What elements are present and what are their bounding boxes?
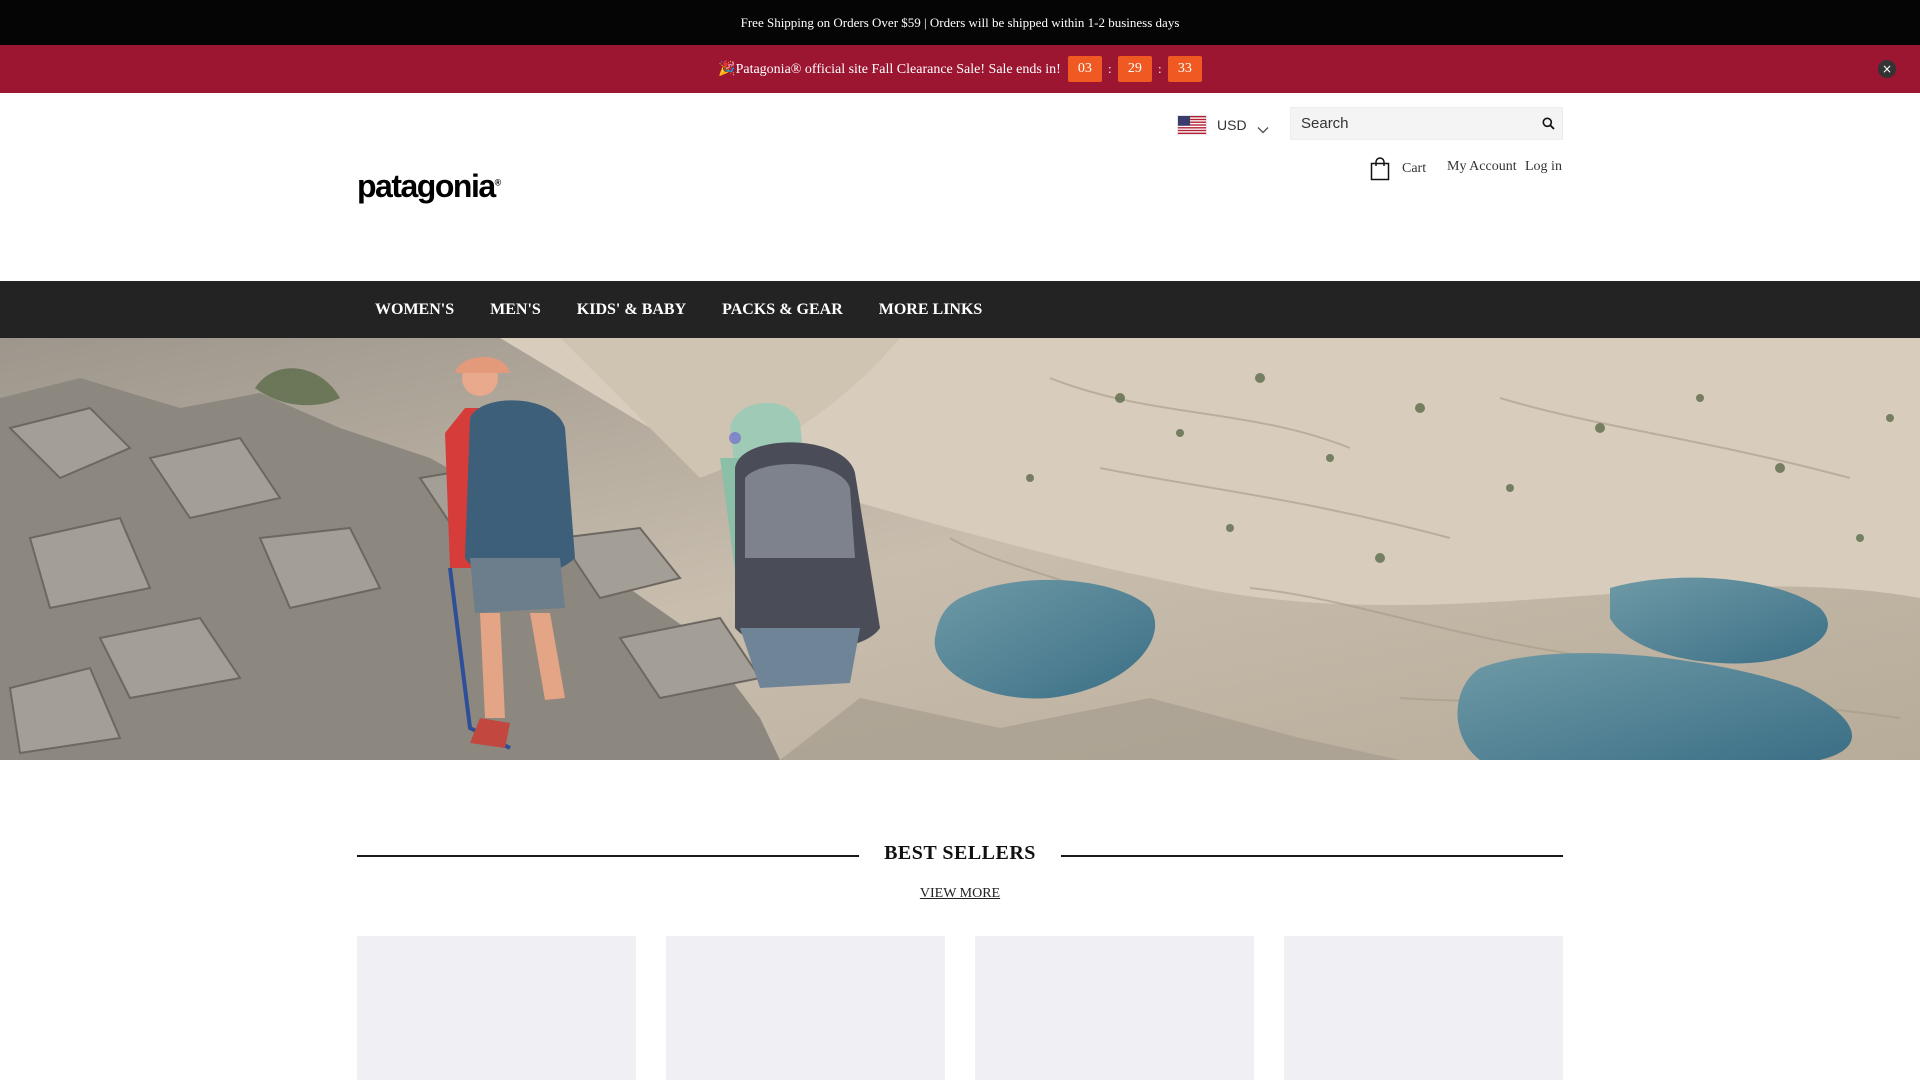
logo-registered-mark: ® <box>494 177 502 188</box>
cart-link[interactable]: Cart <box>1370 157 1426 181</box>
nav-item-more-links[interactable]: MORE LINKS <box>879 301 983 319</box>
hero-banner-image[interactable] <box>0 338 1920 760</box>
us-flag-icon <box>1177 115 1207 135</box>
currency-label: USD <box>1217 117 1247 133</box>
product-card[interactable] <box>357 936 636 1080</box>
site-logo[interactable]: patagonia® <box>357 168 501 205</box>
nav-item-womens[interactable]: WOMEN'S <box>375 301 454 319</box>
view-more-row: VIEW MORE <box>0 886 1920 902</box>
view-more-link[interactable]: VIEW MORE <box>920 886 1000 901</box>
product-card[interactable] <box>975 936 1254 1080</box>
section-title: BEST SELLERS <box>884 842 1036 864</box>
login-link[interactable]: Log in <box>1525 159 1562 175</box>
sale-message: 🎉Patagonia® official site Fall Clearance… <box>718 61 1061 77</box>
search-input[interactable] <box>1291 108 1534 139</box>
sale-banner: 🎉Patagonia® official site Fall Clearance… <box>0 45 1920 93</box>
search-icon[interactable] <box>1534 108 1562 139</box>
search-box <box>1290 107 1563 140</box>
close-banner-button[interactable]: × <box>1878 60 1896 78</box>
nav-item-mens[interactable]: MEN'S <box>490 301 541 319</box>
product-card[interactable] <box>1284 936 1563 1080</box>
cart-label: Cart <box>1402 161 1427 176</box>
nav-item-packs-gear[interactable]: PACKS & GEAR <box>722 301 843 319</box>
best-sellers-heading: BEST SELLERS <box>357 838 1563 878</box>
countdown-separator: : <box>1108 61 1112 76</box>
countdown-hours: 03 <box>1067 56 1102 82</box>
countdown-separator: : <box>1158 61 1162 76</box>
site-header: patagonia® USD Search Cart My Account Lo… <box>0 93 1920 281</box>
shopping-bag-icon <box>1370 157 1390 181</box>
announcement-bar: Free Shipping on Orders Over $59 | Order… <box>0 0 1920 45</box>
countdown-seconds: 33 <box>1167 56 1202 82</box>
chevron-down-icon <box>1257 121 1269 134</box>
currency-selector[interactable]: USD <box>1177 113 1269 137</box>
my-account-link[interactable]: My Account <box>1447 159 1517 175</box>
main-nav: WOMEN'S MEN'S KIDS' & BABY PACKS & GEAR … <box>0 281 1920 338</box>
product-grid <box>357 936 1563 1080</box>
announcement-text: Free Shipping on Orders Over $59 | Order… <box>740 14 1180 30</box>
nav-item-kids-baby[interactable]: KIDS' & BABY <box>577 301 686 319</box>
product-card[interactable] <box>666 936 945 1080</box>
countdown-minutes: 29 <box>1117 56 1152 82</box>
logo-text: patagonia <box>357 168 496 204</box>
